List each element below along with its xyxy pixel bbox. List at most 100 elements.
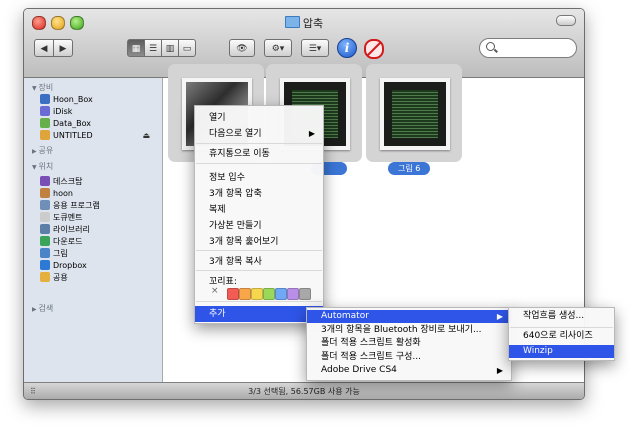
- menu-item-label: 3개 항목 복사: [209, 257, 262, 267]
- sidebar-item-untitled[interactable]: UNTITLED ⏏: [40, 130, 156, 142]
- menu-item-label: 폴더 적용 스크립트 구성...: [321, 351, 421, 362]
- window-title: 압축: [24, 15, 584, 31]
- pictures-icon: [40, 248, 50, 258]
- context-menu-item[interactable]: 3개 항목 압축: [195, 186, 323, 202]
- sidebar-item-label: hoon: [53, 189, 73, 198]
- services-menu-item[interactable]: Adobe Drive CS4 ▶: [307, 364, 511, 377]
- tag-color-swatch[interactable]: [263, 288, 275, 300]
- services-menu-item[interactable]: 폴더 적용 스크립트 구성...: [307, 351, 511, 364]
- resize-grip-icon[interactable]: ⠿: [30, 383, 36, 399]
- downloads-icon: [40, 236, 50, 246]
- menu-item-label: Automator: [321, 311, 369, 321]
- search-field[interactable]: [479, 38, 577, 58]
- list-view-button[interactable]: ☰: [144, 39, 162, 57]
- tag-color-swatch[interactable]: [287, 288, 299, 300]
- arrange-icon[interactable]: ☰▾: [301, 39, 329, 57]
- menu-item-label: 640으로 리사이즈: [523, 331, 593, 341]
- file-name-label[interactable]: 그림 6: [388, 162, 431, 175]
- sidebar-item-공용[interactable]: 공용: [40, 272, 68, 284]
- icon-view-button[interactable]: ▦: [127, 39, 145, 57]
- sidebar-section-0[interactable]: 장비: [32, 82, 54, 93]
- menu-item-label: 3개의 항목을 Bluetooth 장비로 보내기...: [321, 324, 482, 335]
- tag-color-swatch[interactable]: [251, 288, 263, 300]
- services-menu-item[interactable]: 폴더 적용 스크립트 활성화: [307, 337, 511, 350]
- submenu-arrow-icon: ▶: [496, 366, 503, 376]
- context-menu-item[interactable]: 가상본 만들기: [195, 218, 323, 234]
- forward-button[interactable]: ▶: [53, 39, 73, 57]
- tag-color-swatch[interactable]: [227, 288, 239, 300]
- sidebar-item-hoon-box[interactable]: Hoon_Box: [40, 94, 93, 106]
- context-menu-item[interactable]: 휴지통으로 이동: [195, 146, 323, 162]
- back-button[interactable]: ◀: [34, 39, 54, 57]
- tag-color-swatch[interactable]: [299, 288, 311, 300]
- home-icon: [40, 188, 50, 198]
- toolbar-toggle-button[interactable]: [556, 15, 576, 26]
- automator-menu-item[interactable]: 작업흐름 생성...: [509, 310, 614, 323]
- action-gear-icon[interactable]: ⚙▾: [264, 39, 292, 57]
- info-icon[interactable]: i: [337, 38, 357, 58]
- file-item[interactable]: 그림 6: [366, 64, 462, 175]
- context-menu-item[interactable]: 3개 항목 복사: [195, 254, 323, 270]
- menu-item-label: 가상본 만들기: [209, 221, 262, 231]
- public-icon: [40, 272, 50, 282]
- no-entry-icon[interactable]: [364, 39, 384, 59]
- menu-item-label: Winzip: [523, 346, 553, 356]
- tag-color-swatch[interactable]: [239, 288, 251, 300]
- sidebar-item-hoon[interactable]: hoon: [40, 188, 73, 200]
- sidebar-section-2[interactable]: 위치: [32, 161, 54, 172]
- eject-icon[interactable]: ⏏: [142, 130, 150, 142]
- tag-color-swatch[interactable]: [275, 288, 287, 300]
- folder-icon: [284, 16, 300, 28]
- menu-separator: [196, 163, 322, 164]
- coverflow-view-button[interactable]: ▭: [178, 39, 196, 57]
- sidebar-item-데스크탑[interactable]: 데스크탑: [40, 176, 82, 188]
- menu-item-label: 열기: [209, 113, 226, 123]
- automator-submenu: 작업흐름 생성... 640으로 리사이즈 Winzip: [508, 307, 615, 361]
- automator-menu-item[interactable]: 640으로 리사이즈: [509, 330, 614, 343]
- status-text: 3/3 선택됨, 56.57GB 사용 가능: [248, 387, 360, 396]
- file-thumbnail: [380, 78, 450, 150]
- sidebar-item-label: 그림: [53, 249, 68, 258]
- sidebar-item-label: 데스크탑: [53, 177, 83, 186]
- column-view-button[interactable]: ▥: [161, 39, 179, 57]
- sidebar-item-응용-프로그램[interactable]: 응용 프로그램: [40, 200, 100, 212]
- context-menu-item[interactable]: 정보 입수: [195, 170, 323, 186]
- search-icon: [486, 42, 495, 51]
- applications-icon: [40, 200, 50, 210]
- sidebar-item-label: Dropbox: [53, 261, 87, 270]
- services-menu-item[interactable]: 3개의 항목을 Bluetooth 장비로 보내기...: [307, 324, 511, 337]
- tag-clear-icon[interactable]: ×: [211, 286, 219, 296]
- submenu-arrow-icon: ▶: [496, 312, 503, 321]
- context-menu-item[interactable]: 추가▶: [195, 306, 323, 322]
- context-menu-item[interactable]: 3개 항목 훑어보기: [195, 234, 323, 250]
- automator-menu-item[interactable]: Winzip: [509, 345, 614, 358]
- sidebar-item-label: 라이브러리: [53, 225, 90, 234]
- context-menu-item[interactable]: 복제: [195, 202, 323, 218]
- sidebar-item-dropbox[interactable]: Dropbox: [40, 260, 87, 272]
- quicklook-eye-icon[interactable]: 👁: [229, 39, 255, 57]
- library-icon: [40, 224, 50, 234]
- sidebar-section-1[interactable]: 공유: [32, 145, 54, 156]
- sidebar-item-label: 다운로드: [53, 237, 83, 246]
- submenu-arrow-icon: ▶: [308, 129, 315, 138]
- sidebar-item-idisk[interactable]: iDisk: [40, 106, 72, 118]
- menu-separator: [196, 250, 322, 251]
- services-menu-item[interactable]: Automator ▶: [307, 310, 511, 323]
- menu-item-label: 추가: [209, 309, 226, 319]
- menu-item-label: 3개 항목 압축: [209, 189, 262, 199]
- context-menu-item[interactable]: 열기: [195, 110, 323, 126]
- menu-separator: [196, 270, 322, 271]
- sidebar-item-라이브러리[interactable]: 라이브러리: [40, 224, 90, 236]
- menu-separator: [196, 143, 322, 144]
- sidebar-item-label: Hoon_Box: [53, 95, 93, 104]
- menu-item-label: 복제: [209, 205, 226, 215]
- sidebar-item-data-box[interactable]: Data_Box: [40, 118, 91, 130]
- sidebar-item-label: 공용: [53, 273, 68, 282]
- menu-item-label: 정보 입수: [209, 173, 245, 183]
- sidebar-item-도큐멘트[interactable]: 도큐멘트: [40, 212, 82, 224]
- sidebar-item-그림[interactable]: 그림: [40, 248, 68, 260]
- sidebar-item-다운로드[interactable]: 다운로드: [40, 236, 82, 248]
- dropbox-icon: [40, 260, 50, 270]
- sidebar-section-3[interactable]: 검색: [32, 303, 54, 314]
- context-menu-item[interactable]: 다음으로 열기 ▶: [195, 126, 323, 142]
